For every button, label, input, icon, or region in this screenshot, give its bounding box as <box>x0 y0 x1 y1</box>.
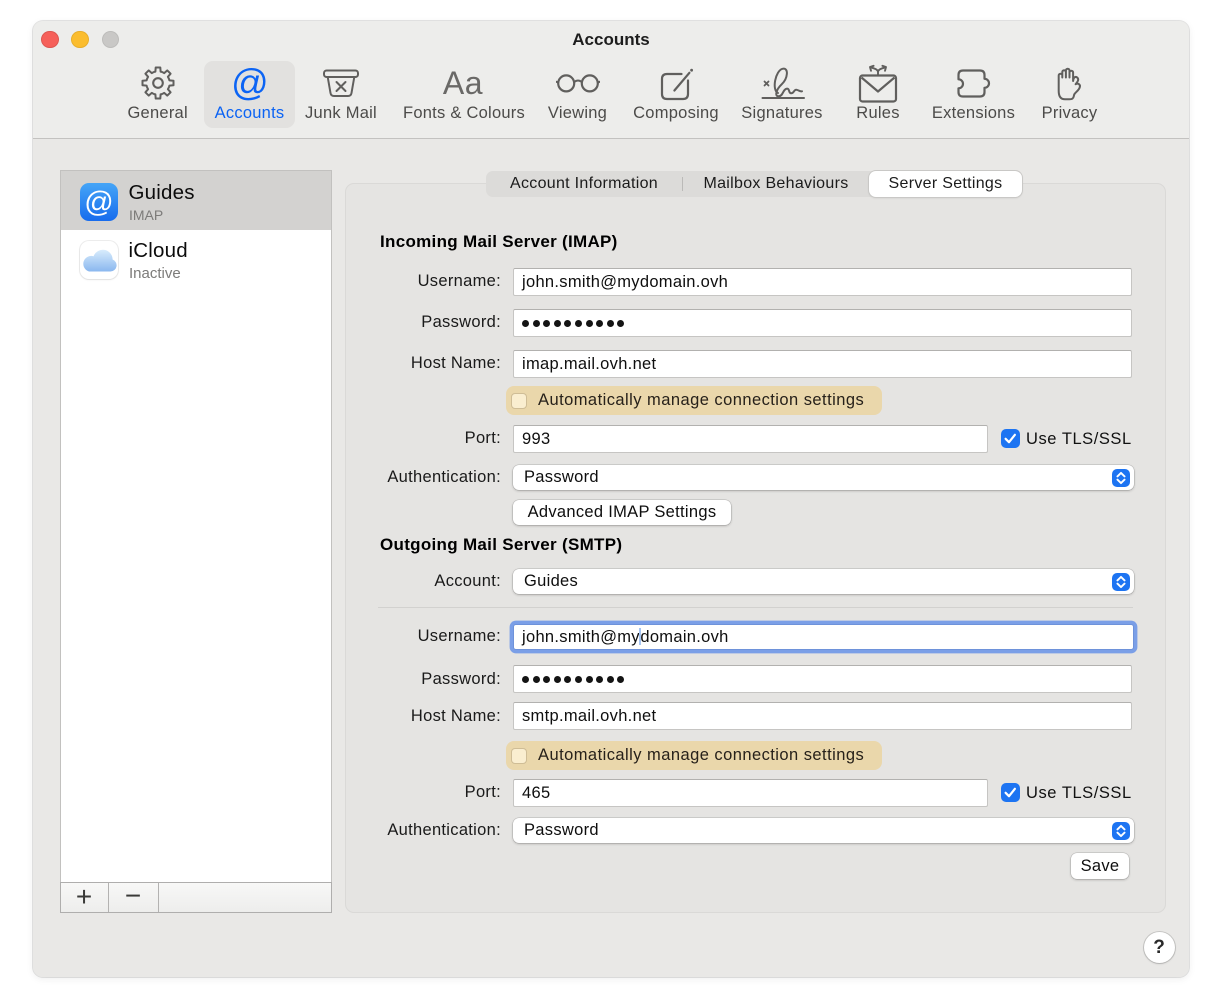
svg-text:@: @ <box>231 62 269 103</box>
svg-text:@: @ <box>84 187 113 219</box>
svg-text:Aa: Aa <box>443 65 483 101</box>
